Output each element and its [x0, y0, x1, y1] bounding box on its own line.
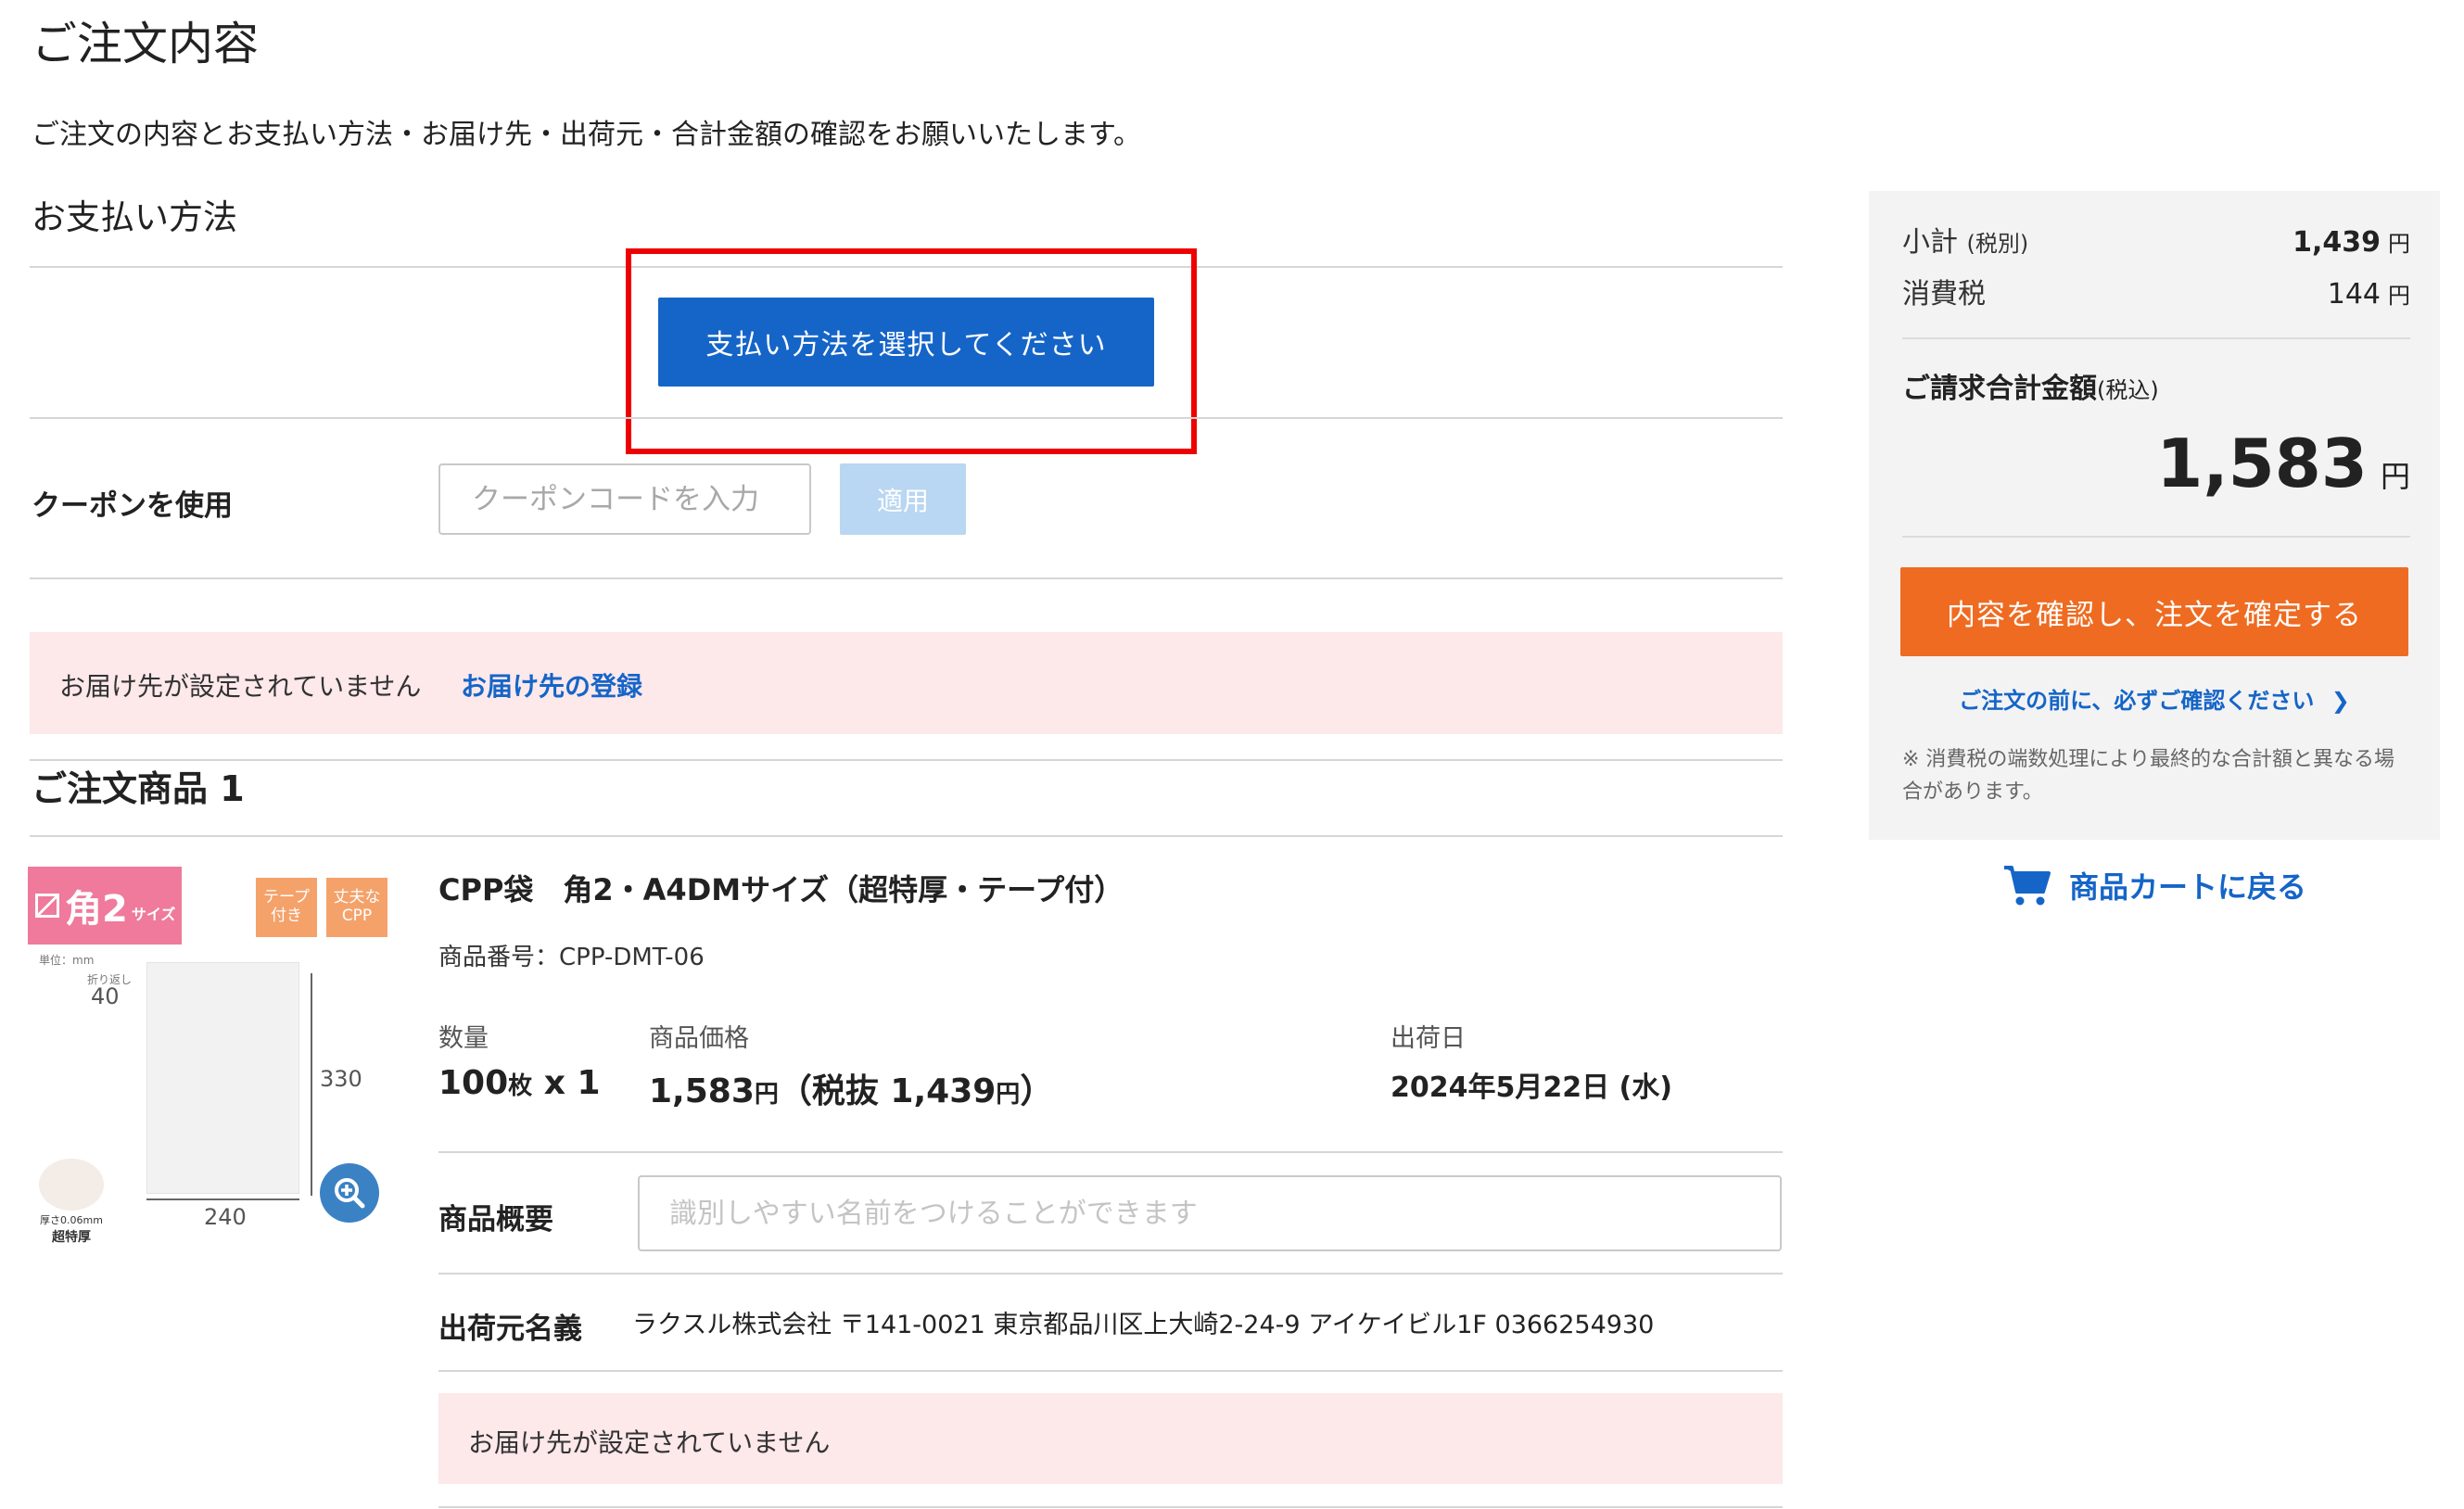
apply-coupon-button[interactable]: 適用 — [840, 463, 966, 535]
divider — [30, 759, 1783, 761]
strong-cpp-tag: 丈夫なCPP — [326, 878, 387, 937]
coupon-code-input[interactable] — [438, 463, 811, 535]
total-label-text: ご請求合計金額 — [1902, 373, 2097, 405]
order-items-title: ご注文商品 1 — [32, 768, 245, 809]
subtotal-label: 小計 (税別) — [1902, 219, 2028, 260]
shipper-label: 出荷元名義 — [438, 1312, 582, 1346]
item-delivery-alert-message: お届け先が設定されていません — [468, 1427, 831, 1458]
shopping-cart-icon — [2004, 866, 2051, 906]
width-line — [146, 1198, 299, 1200]
quantity-number: 100 — [438, 1064, 509, 1102]
zoom-in-icon — [335, 1178, 365, 1209]
shipper-value: ラクスル株式会社 〒141-0021 東京都品川区上大崎2-24-9 アイケイビ… — [632, 1311, 1655, 1339]
total-amount-value: 1,583 — [2156, 425, 2368, 502]
unit-note: 単位：mm — [39, 954, 95, 967]
divider — [438, 1273, 1783, 1274]
confirm-order-button[interactable]: 内容を確認し、注文を確定する — [1900, 567, 2408, 656]
ship-date-label: 出荷日 — [1391, 1024, 1466, 1053]
height-line — [311, 973, 312, 1196]
divider — [438, 1370, 1783, 1372]
tax-label: 消費税 — [1902, 278, 1986, 311]
delivery-alert: お届け先が設定されていません お届け先の登録 — [30, 632, 1783, 734]
tax-rounding-note: ※ 消費税の端数処理により最終的な合計額と異なる場合があります。 — [1902, 748, 2394, 805]
divider — [1902, 337, 2410, 339]
tax-yen: 円 — [2388, 283, 2410, 309]
divider — [438, 1506, 1783, 1508]
total-note: (税込) — [2097, 377, 2159, 403]
price-value: 1,583円（税抜 1,439円） — [649, 1064, 1053, 1112]
product-name: CPP袋 角2・A4DMサイズ（超特厚・テープ付） — [438, 872, 1124, 907]
zoom-button[interactable] — [320, 1163, 379, 1223]
dim-flap: 40 — [91, 983, 120, 1009]
quantity-unit: 枚 — [508, 1072, 533, 1100]
tax-row: 消費税 144 円 — [1902, 271, 2410, 311]
envelope-icon — [35, 894, 59, 918]
divider — [1902, 536, 2410, 538]
total-yen: 円 — [2380, 459, 2410, 494]
thickness-icon — [39, 1159, 104, 1211]
tax-amount: 144 — [2327, 278, 2381, 311]
dim-height: 330 — [320, 1066, 362, 1092]
ship-date-value: 2024年5月22日 (水) — [1391, 1072, 1672, 1104]
item-delivery-alert: お届け先が設定されていません — [438, 1393, 1783, 1484]
divider — [30, 577, 1783, 579]
thickness-label: 超特厚 — [52, 1230, 91, 1245]
order-summary-panel: 小計 (税別) 1,439 円 消費税 144 円 ご請求合計金額(税込) 1,58… — [1869, 191, 2440, 840]
highlight-box — [626, 248, 1197, 454]
price-excl-close: ） — [1020, 1072, 1054, 1110]
payment-section-title: お支払い方法 — [32, 197, 237, 237]
divider — [438, 1151, 1783, 1153]
subtotal-note: (税別) — [1966, 231, 2029, 257]
price-yen: 円 — [754, 1081, 779, 1109]
register-delivery-link[interactable]: お届け先の登録 — [461, 666, 642, 704]
quantity-times: x 1 — [543, 1064, 601, 1102]
subtotal-label-text: 小計 — [1902, 226, 1958, 259]
subtotal-row: 小計 (税別) 1,439 円 — [1902, 219, 2410, 260]
product-summary-input[interactable] — [638, 1175, 1782, 1251]
quantity-value: 100枚 x 1 — [438, 1064, 601, 1102]
bag-illustration — [146, 962, 299, 1194]
product-number: 商品番号：CPP-DMT-06 — [438, 944, 705, 971]
subtotal-amount: 1,439 — [2293, 226, 2381, 259]
price-excl-tax: （税抜 1,439 — [778, 1072, 997, 1110]
price-label: 商品価格 — [649, 1024, 749, 1053]
divider — [30, 417, 1783, 419]
coupon-label: クーポンを使用 — [32, 489, 233, 523]
size-badge: 角2 サイズ — [28, 867, 182, 945]
price-excl-yen: 円 — [996, 1081, 1021, 1109]
subtotal-yen: 円 — [2388, 231, 2410, 257]
tax-value: 144 円 — [2328, 277, 2410, 311]
divider — [30, 835, 1783, 837]
page-description: ご注文の内容とお支払い方法・お届け先・出荷元・合計金額の確認をお願いいたします。 — [32, 119, 1141, 151]
tape-tag: テープ付き — [256, 878, 317, 937]
quantity-label: 数量 — [438, 1024, 489, 1053]
delivery-alert-message: お届け先が設定されていません — [59, 671, 422, 702]
subtotal-value: 1,439 円 — [2293, 225, 2410, 259]
thickness-note: 厚さ0.06mm — [40, 1214, 103, 1226]
check-before-order-link[interactable]: ご注文の前に、必ずご確認ください ❯ — [1869, 682, 2440, 715]
size-badge-text: 角2 — [65, 888, 128, 931]
dim-width: 240 — [204, 1204, 247, 1230]
page-title: ご注文内容 — [32, 18, 260, 70]
total-label: ご請求合計金額(税込) — [1902, 365, 2159, 406]
summary-label: 商品概要 — [438, 1203, 553, 1236]
product-image[interactable]: 角2 サイズ テープ付き 丈夫なCPP 単位：mm 折り返し 40 330 240… — [28, 867, 389, 1245]
back-to-cart-text: 商品カートに戻る — [2069, 869, 2307, 905]
chevron-right-icon: ❯ — [2331, 688, 2350, 714]
total-amount: 1,583 円 — [2156, 425, 2410, 502]
back-to-cart-link[interactable]: 商品カートに戻る — [2002, 864, 2306, 907]
check-link-text: ご注文の前に、必ずご確認ください — [1959, 688, 2315, 714]
thickness-info: 厚さ0.06mm 超特厚 — [39, 1159, 104, 1245]
size-badge-suffix: サイズ — [131, 906, 176, 923]
price-number: 1,583 — [649, 1072, 755, 1110]
